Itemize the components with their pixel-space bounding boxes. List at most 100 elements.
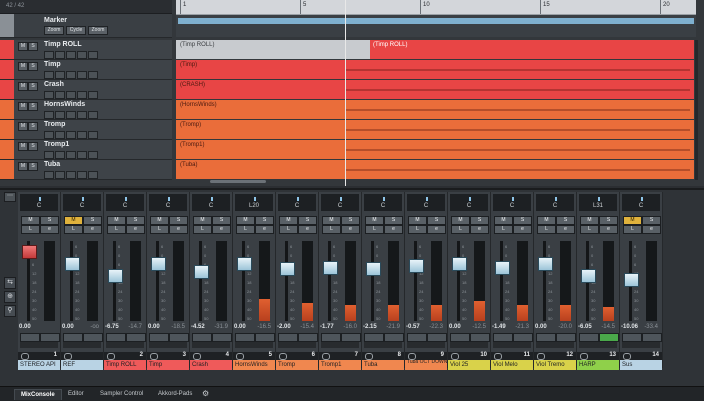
- mute-button[interactable]: M: [537, 216, 556, 225]
- listen-button[interactable]: L: [408, 225, 427, 234]
- link-icon[interactable]: [21, 353, 29, 360]
- pan-control[interactable]: L31: [579, 194, 617, 211]
- write-button[interactable]: [77, 91, 87, 99]
- track-row[interactable]: M S Tromp1: [0, 140, 172, 160]
- solo-button[interactable]: S: [427, 216, 446, 225]
- channel-name[interactable]: Sus: [620, 360, 662, 370]
- solo-button[interactable]: S: [28, 82, 38, 91]
- peak-value[interactable]: -33.4: [644, 324, 658, 330]
- track-row[interactable]: M S Timp: [0, 60, 172, 80]
- routing-slot[interactable]: [63, 342, 101, 348]
- write-button[interactable]: [77, 151, 87, 159]
- write-button[interactable]: [77, 51, 87, 59]
- peak-value[interactable]: -21.3: [515, 324, 529, 330]
- fader-track[interactable]: [457, 241, 460, 321]
- track-row[interactable]: M S Tromp: [0, 120, 172, 140]
- mute-button[interactable]: M: [18, 142, 28, 151]
- pan-control[interactable]: L20: [235, 194, 273, 211]
- volume-value[interactable]: -6.05: [578, 324, 592, 330]
- mute-button[interactable]: M: [623, 216, 642, 225]
- solo-button[interactable]: S: [556, 216, 575, 225]
- solo-button[interactable]: S: [28, 142, 38, 151]
- fader-track[interactable]: [371, 241, 374, 321]
- volume-value[interactable]: 0.00: [449, 324, 461, 330]
- link-icon[interactable]: [279, 353, 287, 360]
- edit-button[interactable]: e: [556, 225, 575, 234]
- record-enable-button[interactable]: [44, 151, 54, 159]
- fader-track[interactable]: [414, 241, 417, 321]
- write-automation-button[interactable]: [126, 333, 146, 342]
- routing-slot[interactable]: [493, 342, 531, 348]
- write-button[interactable]: [77, 131, 87, 139]
- volume-fader[interactable]: [194, 265, 209, 279]
- read-button[interactable]: [66, 171, 76, 179]
- edit-button[interactable]: e: [642, 225, 661, 234]
- edit-button[interactable]: e: [212, 225, 231, 234]
- channel-settings-icon[interactable]: ⊕: [4, 291, 16, 303]
- write-automation-button[interactable]: [513, 333, 533, 342]
- volume-fader[interactable]: [495, 261, 510, 275]
- solo-button[interactable]: S: [298, 216, 317, 225]
- mute-button[interactable]: M: [236, 216, 255, 225]
- volume-fader[interactable]: [366, 262, 381, 276]
- fader-track[interactable]: [242, 241, 245, 321]
- peak-value[interactable]: -15.4: [300, 324, 314, 330]
- timeline-ruler[interactable]: 1 5 10 15 20: [176, 0, 696, 15]
- listen-button[interactable]: L: [21, 225, 40, 234]
- peak-value[interactable]: -16.0: [343, 324, 357, 330]
- pan-control[interactable]: C: [407, 194, 445, 211]
- listen-button[interactable]: L: [365, 225, 384, 234]
- routing-icon[interactable]: ⇆: [4, 277, 16, 289]
- volume-fader[interactable]: [538, 257, 553, 271]
- read-automation-button[interactable]: [364, 333, 384, 342]
- read-automation-button[interactable]: [450, 333, 470, 342]
- peak-value[interactable]: -22.3: [429, 324, 443, 330]
- edit-button[interactable]: e: [126, 225, 145, 234]
- channel-name[interactable]: Tuba: [362, 360, 404, 370]
- volume-fader[interactable]: [624, 273, 639, 287]
- channel-name[interactable]: Tromp1: [319, 360, 361, 370]
- listen-button[interactable]: L: [150, 225, 169, 234]
- track-event[interactable]: (Timp ROLL) (Timp ROLL): [176, 40, 694, 59]
- write-automation-button[interactable]: [83, 333, 103, 342]
- routing-slot[interactable]: [450, 342, 488, 348]
- volume-fader[interactable]: [323, 261, 338, 275]
- volume-value[interactable]: -2.15: [363, 324, 377, 330]
- record-enable-button[interactable]: [44, 51, 54, 59]
- user-icon[interactable]: ⚲: [4, 305, 16, 317]
- link-icon[interactable]: [408, 353, 416, 360]
- edit-instrument-button[interactable]: [88, 91, 98, 99]
- marker-track[interactable]: Marker Zoom Cycle Zoom: [0, 14, 172, 38]
- track-event[interactable]: (CRASH): [176, 80, 694, 99]
- mute-button[interactable]: M: [494, 216, 513, 225]
- channel-name[interactable]: Viol Tremo: [534, 360, 576, 370]
- routing-slot[interactable]: [364, 342, 402, 348]
- listen-button[interactable]: L: [580, 225, 599, 234]
- channel-name[interactable]: Viol 25: [448, 360, 490, 370]
- pan-control[interactable]: C: [321, 194, 359, 211]
- volume-value[interactable]: -10.06: [621, 324, 638, 330]
- monitor-button[interactable]: [55, 151, 65, 159]
- write-automation-button[interactable]: [341, 333, 361, 342]
- vertical-scrollbar[interactable]: [695, 40, 698, 180]
- channel-name[interactable]: HARP: [577, 360, 619, 370]
- edit-button[interactable]: e: [40, 225, 59, 234]
- channel-name[interactable]: Timp ROLL: [104, 360, 146, 370]
- solo-button[interactable]: S: [642, 216, 661, 225]
- solo-button[interactable]: S: [212, 216, 231, 225]
- edit-instrument-button[interactable]: [88, 71, 98, 79]
- channel-name[interactable]: STEREO API: [18, 360, 60, 370]
- track-event[interactable]: (Timp): [176, 60, 694, 79]
- volume-value[interactable]: 0.00: [234, 324, 246, 330]
- horizontal-scrollbar[interactable]: [210, 180, 266, 183]
- listen-button[interactable]: L: [322, 225, 341, 234]
- edit-button[interactable]: e: [169, 225, 188, 234]
- volume-fader[interactable]: [581, 269, 596, 283]
- write-automation-button[interactable]: [169, 333, 189, 342]
- volume-value[interactable]: 0.00: [148, 324, 160, 330]
- volume-fader[interactable]: [237, 257, 252, 271]
- write-automation-button[interactable]: [298, 333, 318, 342]
- listen-button[interactable]: L: [236, 225, 255, 234]
- channel-name[interactable]: Crash: [190, 360, 232, 370]
- volume-value[interactable]: 0.00: [62, 324, 74, 330]
